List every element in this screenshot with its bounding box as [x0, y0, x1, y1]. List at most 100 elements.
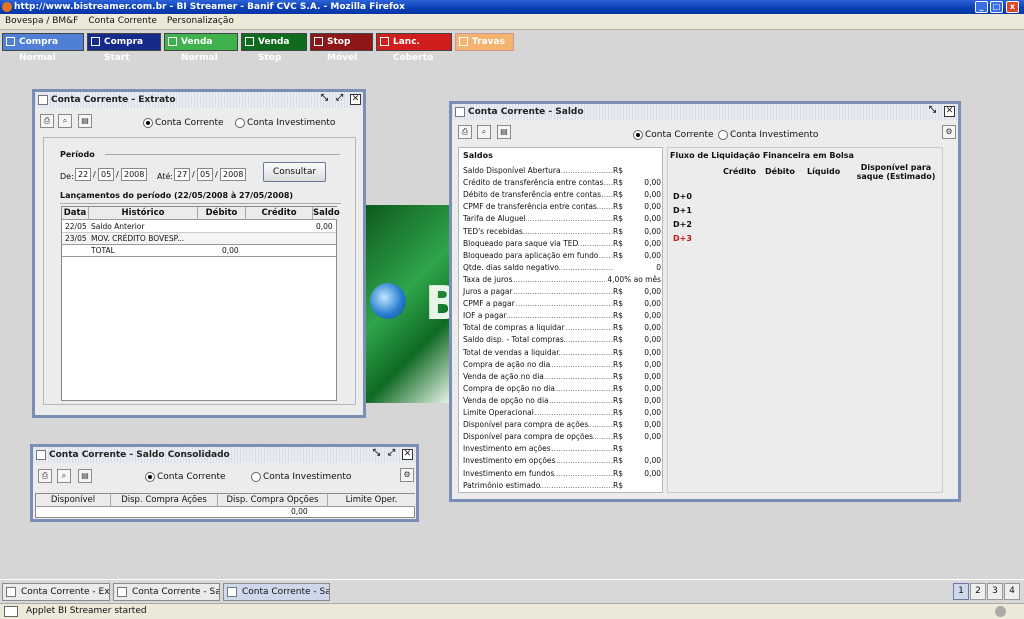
saldo-row-currency: R$ [613, 310, 623, 322]
page-3-button[interactable]: 3 [987, 583, 1003, 600]
saldo-row: ........................................… [463, 467, 661, 479]
saldo-row-label: Bloqueado para aplicação em fundo [463, 249, 599, 261]
task-saldo-consolidado[interactable]: Conta Corrente - Sal... [113, 583, 220, 601]
de-year-field[interactable]: 2008 [121, 168, 147, 181]
saldo-row-currency: R$ [613, 443, 623, 455]
divider [105, 154, 340, 155]
export-icon[interactable]: ▤ [497, 125, 511, 139]
ate-day-field[interactable]: 27 [174, 168, 190, 181]
saldos-title: Saldos [463, 151, 493, 160]
radio-conta-investimento[interactable]: Conta Investimento [251, 472, 351, 482]
lanc-coberto-button[interactable]: Lanc. Coberto [376, 33, 452, 63]
search-icon[interactable]: ⌕ [477, 125, 491, 139]
saldo-row: ........................................… [463, 370, 661, 382]
de-month-field[interactable]: 05 [98, 168, 114, 181]
stop-movel-button[interactable]: Stop Móvel [310, 33, 373, 63]
ate-year-field[interactable]: 2008 [220, 168, 246, 181]
radio-conta-investimento[interactable]: Conta Investimento [235, 118, 335, 128]
saldo-window: Conta Corrente - Saldo ⤡ ✕ ⎙ ⌕ ▤ Conta C… [449, 101, 961, 502]
saldo-row-label: Total de vendas a liquidar [463, 346, 560, 358]
restore-icon[interactable]: ⤡ [319, 94, 330, 105]
search-icon[interactable]: ⌕ [57, 469, 71, 483]
col-debito[interactable]: Débito [198, 207, 246, 220]
menu-personalizacao[interactable]: Personalização [162, 14, 239, 28]
restore-icon[interactable]: ⤡ [371, 449, 382, 460]
saldo-row: ........................................… [463, 261, 661, 273]
saldo-row-value: 0,00 [644, 455, 661, 467]
close-icon[interactable]: ✕ [350, 94, 361, 105]
col-data[interactable]: Data [62, 207, 89, 220]
saldo-row-value: 0,00 [644, 225, 661, 237]
radio-conta-investimento[interactable]: Conta Investimento [718, 130, 818, 140]
col-limite-oper[interactable]: Limite Oper. [328, 494, 415, 507]
task-saldo[interactable]: Conta Corrente - Sal... [223, 583, 330, 601]
compra-normal-button[interactable]: Compra Normal [2, 33, 84, 63]
page-2-button[interactable]: 2 [970, 583, 986, 600]
window-icon [38, 95, 48, 105]
saldo-row-label: IOF a pagar [463, 310, 507, 322]
col-disponivel[interactable]: Disponível [36, 494, 111, 507]
table-row[interactable]: 23/05 MOV. CRÉDITO BOVESP... [62, 233, 336, 245]
saldo-row: ........................................… [463, 479, 661, 491]
saldo-row-currency: R$ [613, 394, 623, 406]
page-1-button[interactable]: 1 [953, 583, 969, 600]
col-disp-compra-opcoes[interactable]: Disp. Compra Opções [218, 494, 328, 507]
maximize-icon[interactable]: ⤢ [334, 94, 345, 105]
consultar-button[interactable]: Consultar [263, 162, 326, 182]
saldo-consolidado-window: Conta Corrente - Saldo Consolidado ⤡ ⤢ ✕… [30, 444, 419, 522]
fluxo-panel: Fluxo de Liquidação Financeira em Bolsa … [667, 147, 943, 493]
radio-conta-corrente[interactable]: Conta Corrente [143, 118, 224, 128]
settings-icon[interactable]: ⚙ [400, 468, 414, 482]
col-credito[interactable]: Crédito [246, 207, 313, 220]
saldo-row: ........................................… [463, 177, 661, 189]
search-icon[interactable]: ⌕ [58, 114, 72, 128]
settings-icon[interactable]: ⚙ [942, 125, 956, 139]
export-icon[interactable]: ▤ [78, 469, 92, 483]
saldo-row-currency: R$ [613, 358, 623, 370]
compra-start-button[interactable]: Compra Start [87, 33, 161, 63]
venda-stop-button[interactable]: Venda Stop [241, 33, 307, 63]
menu-conta-corrente[interactable]: Conta Corrente [83, 14, 162, 28]
minimize-icon[interactable]: _ [975, 1, 988, 13]
table-row-total[interactable]: TOTAL 0,00 [62, 245, 336, 257]
order-toolbar: Compra Normal Compra Start Venda Normal … [0, 31, 1024, 63]
saldo-row-label: Crédito de transferência entre contas [463, 177, 604, 189]
col-disp-compra-acoes[interactable]: Disp. Compra Ações [111, 494, 218, 507]
venda-normal-button[interactable]: Venda Normal [164, 33, 238, 63]
saldo-row-value: 0,00 [644, 382, 661, 394]
menu-bovespa[interactable]: Bovespa / BM&F [0, 14, 83, 28]
task-extrato[interactable]: Conta Corrente - Extr... [2, 583, 110, 601]
col-saldo[interactable]: Saldo [313, 207, 340, 220]
table-row[interactable]: 22/05 Saldo Anterior 0,00 [62, 221, 336, 233]
de-day-field[interactable]: 22 [75, 168, 91, 181]
saldo-row-value: 0,00 [644, 431, 661, 443]
saldo-row-value: 0,00 [644, 213, 661, 225]
radio-conta-corrente[interactable]: Conta Corrente [633, 130, 714, 140]
saldo-row-currency: R$ [613, 189, 623, 201]
window-icon [227, 587, 237, 597]
ate-month-field[interactable]: 05 [197, 168, 213, 181]
de-label: De: [60, 172, 74, 181]
saldo-row: ........................................… [463, 443, 661, 455]
saldo-row: ........................................… [463, 455, 661, 467]
print-icon[interactable]: ⎙ [38, 469, 52, 483]
applet-icon [4, 606, 18, 617]
print-icon[interactable]: ⎙ [458, 125, 472, 139]
col-historico[interactable]: Histórico [89, 207, 198, 220]
close-icon[interactable]: ✕ [944, 106, 955, 117]
export-icon[interactable]: ▤ [78, 114, 92, 128]
radio-conta-corrente[interactable]: Conta Corrente [145, 472, 226, 482]
maximize-icon[interactable]: □ [990, 1, 1003, 13]
travas-button[interactable]: Travas [455, 33, 514, 51]
close-icon[interactable]: ✕ [402, 449, 413, 460]
saldo-row-currency: R$ [613, 177, 623, 189]
print-icon[interactable]: ⎙ [40, 114, 54, 128]
page-4-button[interactable]: 4 [1004, 583, 1020, 600]
saldo-row: ........................................… [463, 213, 661, 225]
window-icon [36, 450, 46, 460]
maximize-icon[interactable]: ⤢ [386, 449, 397, 460]
saldo-row-currency: R$ [613, 165, 623, 176]
close-icon[interactable]: x [1006, 1, 1019, 13]
restore-icon[interactable]: ⤡ [927, 106, 938, 117]
lancamentos-title: Lançamentos do período (22/05/2008 à 27/… [60, 191, 294, 200]
